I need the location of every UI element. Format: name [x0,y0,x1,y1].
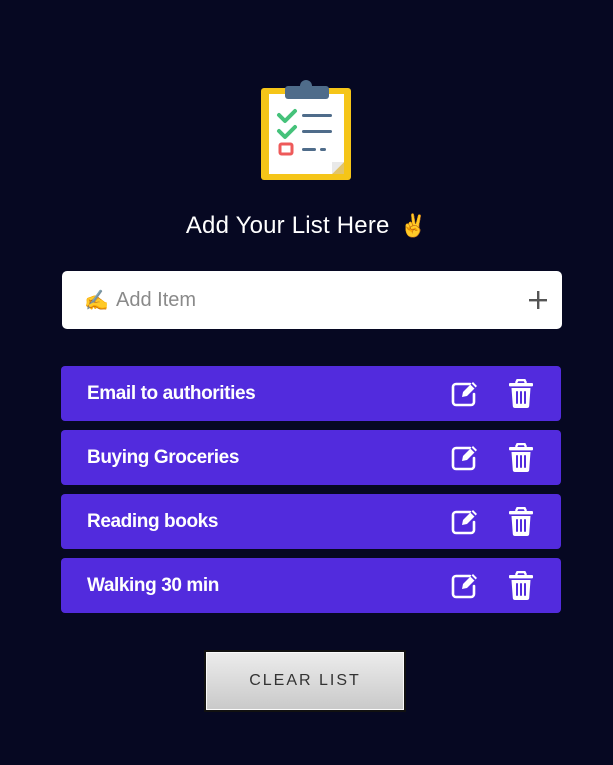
trash-icon[interactable] [508,570,534,601]
plus-icon[interactable] [526,286,550,314]
todo-item-label: Reading books [87,510,218,532]
clear-list-button[interactable]: CLEAR LIST [204,650,406,712]
todo-list: Email to authorities Buying Groceries Read… [61,366,561,622]
edit-icon[interactable] [450,508,478,536]
todo-item: Reading books [61,494,561,549]
todo-item-label: Buying Groceries [87,446,239,468]
clipboard-checklist-icon [261,80,351,180]
victory-hand-icon: ✌️ [399,213,428,238]
add-item-bar: ✍️ [62,271,562,329]
writing-hand-icon: ✍️ [84,289,109,312]
trash-icon[interactable] [508,378,534,409]
todo-app: Add Your List Here ✌️ ✍️ Email to authori… [0,0,613,765]
todo-item: Email to authorities [61,366,561,421]
edit-icon[interactable] [450,444,478,472]
trash-icon[interactable] [508,442,534,473]
todo-item: Buying Groceries [61,430,561,485]
trash-icon[interactable] [508,506,534,537]
todo-item-label: Walking 30 min [87,574,220,596]
todo-item: Walking 30 min [61,558,561,613]
todo-item-label: Email to authorities [87,382,256,404]
edit-icon[interactable] [450,572,478,600]
edit-icon[interactable] [450,380,478,408]
add-item-input[interactable] [116,288,516,312]
page-title: Add Your List Here ✌️ [0,212,613,240]
page-title-text: Add Your List Here [185,212,390,239]
